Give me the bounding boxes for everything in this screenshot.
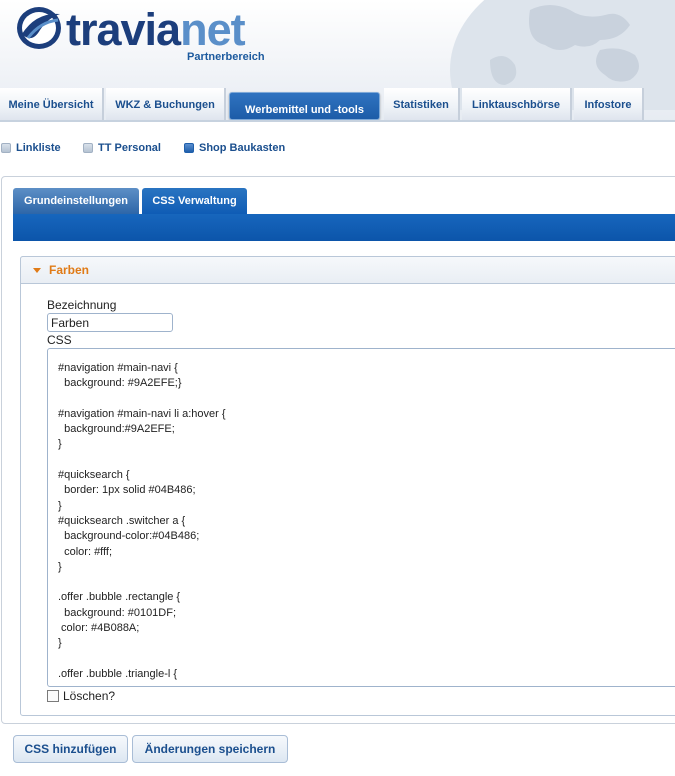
brand-subtitle: Partnerbereich [187, 51, 265, 63]
css-code-line: } [58, 499, 62, 512]
css-code-line: border: 1px solid #04B486; [58, 484, 196, 497]
css-code-line: } [58, 560, 62, 573]
nav-tab-werbemittel-tools[interactable]: Werbemittel und -tools [229, 92, 380, 120]
nav-tab-infostore[interactable]: Infostore [574, 88, 644, 120]
css-code-line: background: #9A2EFE;} [58, 377, 182, 390]
tab-css-verwaltung[interactable]: CSS Verwaltung [142, 188, 247, 214]
css-code-line: #navigation #main-navi { [58, 362, 178, 374]
css-code-line: background:#9A2EFE; [58, 423, 175, 436]
delete-label: Löschen? [63, 689, 116, 703]
brand-name-part1: travia [66, 4, 181, 55]
css-code-line: #quicksearch .switcher a { [58, 514, 186, 527]
css-code-line: #navigation #main-navi li a:hover { [58, 407, 226, 420]
css-code-line: #quicksearch { [58, 469, 130, 482]
css-code-line: background: #0101DF; [58, 606, 177, 619]
css-code-line: background-color:#04B486; [58, 530, 200, 543]
css-code-line: .offer .bubble .triangle-l { [58, 667, 178, 680]
sub-nav-tt-personal[interactable]: TT Personal [83, 142, 161, 154]
css-code-line: color: #fff; [58, 545, 113, 558]
sub-nav-shop-baukasten[interactable]: Shop Baukasten [184, 142, 285, 154]
main-navigation: Meine Übersicht WKZ & Buchungen Werbemit… [0, 88, 675, 122]
nav-tab-statistiken[interactable]: Statistiken [384, 88, 460, 120]
css-code-line [58, 652, 675, 667]
css-textarea[interactable]: #navigation #main-navi { background: #9A… [47, 348, 675, 687]
css-code-line: } [58, 637, 62, 650]
fieldset-title: Farben [49, 263, 90, 277]
collapse-arrow-icon [33, 267, 41, 273]
delete-checkbox[interactable] [47, 690, 59, 702]
css-code-line [58, 453, 675, 468]
css-label: CSS [47, 333, 72, 347]
nav-tab-wkz-buchungen[interactable]: WKZ & Buchungen [106, 88, 226, 120]
save-changes-button[interactable]: Änderungen speichern [132, 735, 288, 763]
name-input[interactable] [47, 313, 173, 332]
delete-row: Löschen? [47, 689, 115, 703]
sub-nav-linkliste[interactable]: Linkliste [1, 142, 61, 154]
css-code-line: color: #4B088A; [58, 622, 140, 635]
sub-navigation: Linkliste TT Personal Shop Baukasten [0, 142, 675, 158]
css-code-line [58, 575, 675, 590]
travianet-logo-icon [17, 7, 61, 49]
header: travianet Partnerbereich Meine Übersicht… [0, 0, 675, 122]
tab-grundeinstellungen[interactable]: Grundeinstellungen [13, 188, 139, 214]
square-bullet-icon [1, 143, 11, 153]
nav-tab-linktauschboerse[interactable]: Linktauschbörse [462, 88, 572, 120]
tab-content-header-bar [13, 214, 675, 241]
css-code-line [58, 392, 675, 407]
nav-divider [0, 120, 675, 122]
sub-nav-label: TT Personal [98, 142, 161, 154]
add-css-button[interactable]: CSS hinzufügen [13, 735, 128, 763]
square-bullet-icon [184, 143, 194, 153]
sub-nav-label: Shop Baukasten [199, 142, 286, 154]
nav-tab-meine-uebersicht[interactable]: Meine Übersicht [0, 88, 104, 120]
name-label: Bezeichnung [47, 298, 117, 312]
css-code-lines: #navigation #main-navi { background: #9A… [58, 361, 675, 682]
square-bullet-icon [83, 143, 93, 153]
css-code-line: .offer .bubble .rectangle { [58, 591, 181, 604]
css-code-line: } [58, 438, 62, 451]
fieldset-legend-toggle[interactable]: Farben [20, 256, 675, 284]
brand-wordmark: travianet [66, 4, 246, 56]
sub-nav-label: Linkliste [16, 142, 61, 154]
brand-name-part2: net [180, 4, 245, 55]
